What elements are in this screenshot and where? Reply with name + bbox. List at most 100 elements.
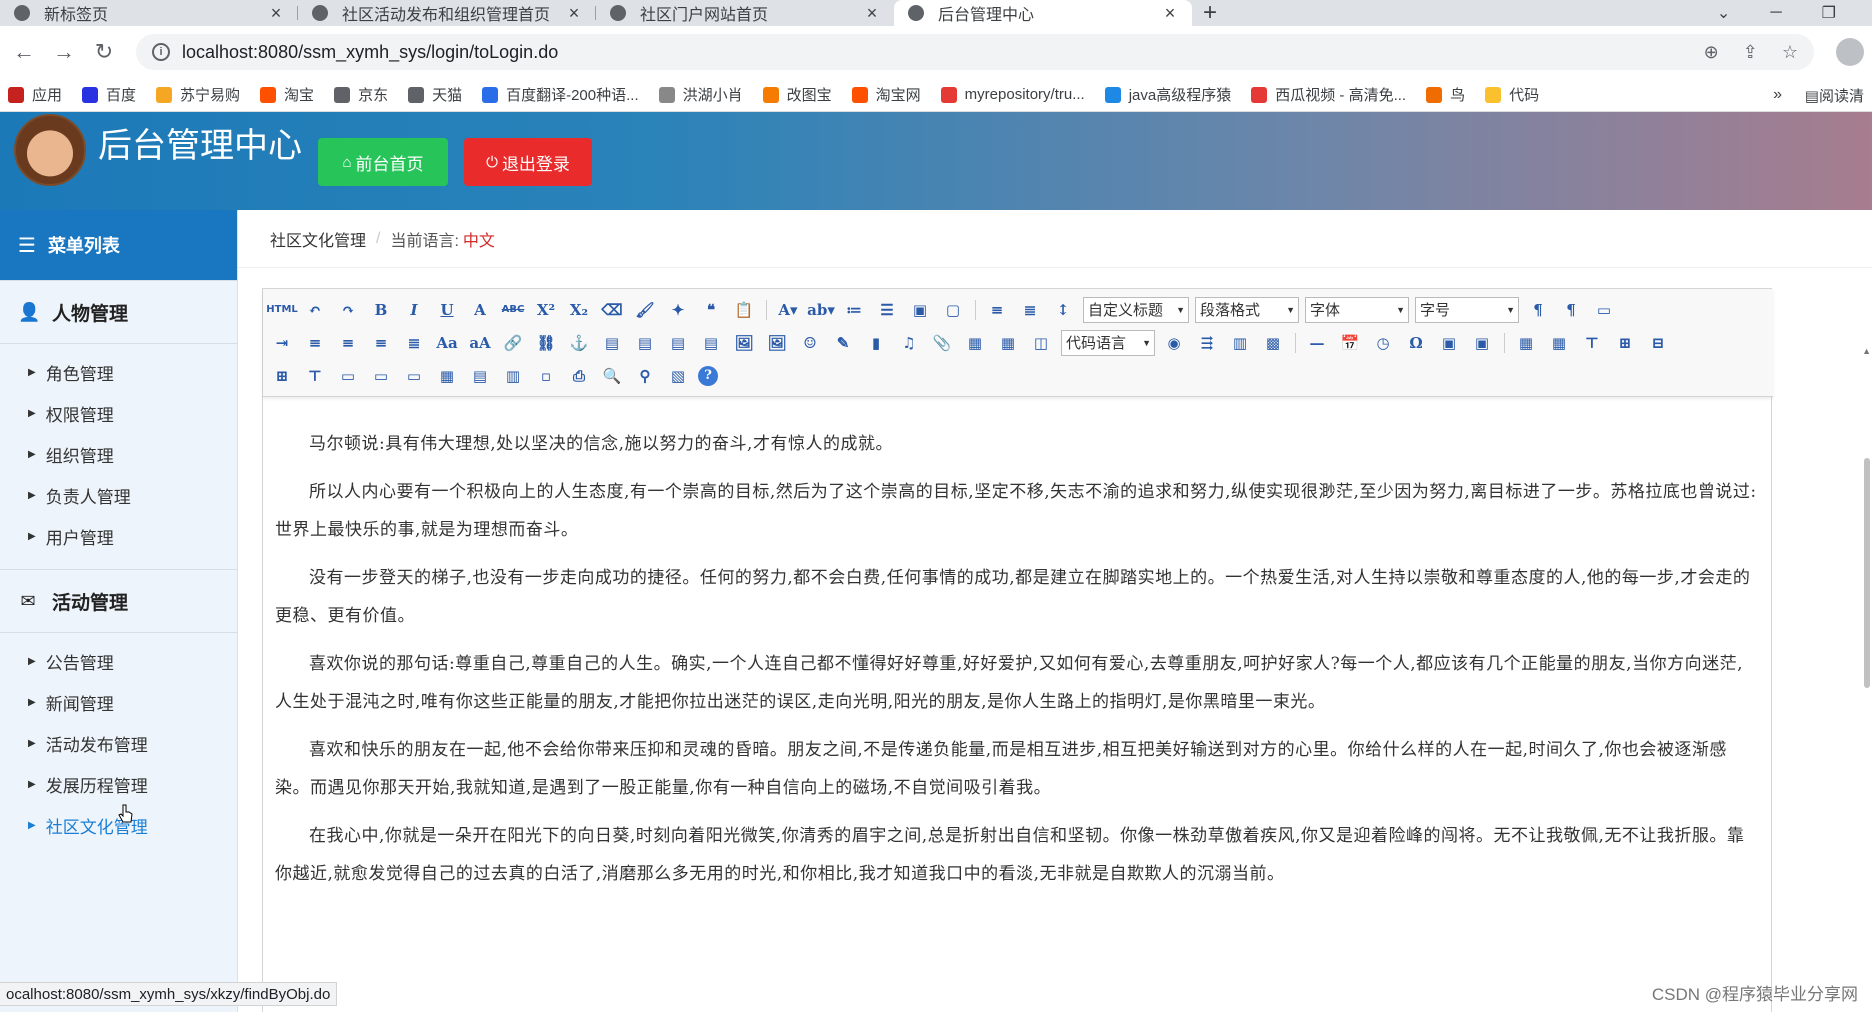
scroll-thumb[interactable] bbox=[1864, 458, 1870, 688]
sidebar-item-notice[interactable]: ▶ 公告管理 bbox=[0, 641, 237, 682]
close-icon[interactable]: × bbox=[1162, 3, 1178, 24]
preview-icon[interactable]: 🔍 bbox=[599, 364, 625, 388]
tab-search-icon[interactable]: ⌄ bbox=[1717, 3, 1730, 23]
unordered-list-icon[interactable]: ☰ bbox=[874, 298, 900, 322]
special-chars-icon[interactable]: Ω bbox=[1403, 331, 1429, 355]
delete-col-icon[interactable]: ⊤ bbox=[302, 364, 328, 388]
split-to-rows-icon[interactable]: ▤ bbox=[467, 364, 493, 388]
align-justify-icon[interactable]: ≣ bbox=[401, 331, 427, 355]
split-to-cells-icon[interactable]: ▦ bbox=[434, 364, 460, 388]
wordimage-upload-icon[interactable]: ▣ bbox=[1469, 331, 1495, 355]
insert-frame-icon[interactable]: ◫ bbox=[1028, 331, 1054, 355]
superscript-icon[interactable]: X² bbox=[533, 298, 559, 322]
insert-row-icon[interactable]: ⊞ bbox=[1612, 331, 1638, 355]
bookmark-item[interactable]: 洪湖小肖 bbox=[658, 84, 743, 105]
eraser-icon[interactable]: ⌫ bbox=[599, 298, 625, 322]
close-icon[interactable]: × bbox=[268, 3, 284, 24]
bookmark-item[interactable]: 鸟 bbox=[1426, 84, 1465, 105]
star-icon[interactable]: ☆ bbox=[1782, 42, 1798, 63]
bookmark-item[interactable]: 淘宝 bbox=[260, 84, 314, 105]
music-icon[interactable]: ♫ bbox=[896, 331, 922, 355]
image-left-icon[interactable]: ▤ bbox=[632, 331, 658, 355]
bookmark-item[interactable]: 苏宁易购 bbox=[156, 84, 240, 105]
line-height-icon[interactable]: ↕ bbox=[1050, 298, 1076, 322]
merge-right-icon[interactable]: ▭ bbox=[368, 364, 394, 388]
sidebar-item-organization[interactable]: ▶ 组织管理 bbox=[0, 434, 237, 475]
menu-group-activity[interactable]: ✉ 活动管理 bbox=[0, 569, 237, 633]
emotion-icon[interactable]: ☺ bbox=[797, 331, 823, 355]
bookmark-item[interactable]: 改图宝 bbox=[762, 84, 832, 105]
reading-list-button[interactable]: ▤ 阅读清 bbox=[1805, 85, 1864, 106]
bookmark-item[interactable]: 天猫 bbox=[408, 84, 462, 105]
sidebar-item-activity-publish[interactable]: ▶ 活动发布管理 bbox=[0, 723, 237, 764]
help-icon[interactable]: ? bbox=[698, 365, 718, 386]
select-all-icon[interactable]: ▣ bbox=[907, 298, 933, 322]
bookmark-item[interactable]: java高级程序猿 bbox=[1104, 84, 1231, 105]
date-icon[interactable]: 📅 bbox=[1337, 331, 1363, 355]
bookmark-item[interactable]: 淘宝网 bbox=[851, 84, 921, 105]
reload-icon[interactable]: ↻ bbox=[88, 36, 120, 68]
page-break-icon[interactable]: ⇶ bbox=[1194, 331, 1220, 355]
horizontal-rule-icon[interactable]: — bbox=[1304, 331, 1330, 355]
browser-tab[interactable]: 社区门户网站首页 × bbox=[596, 0, 894, 26]
gmap-icon[interactable]: ▦ bbox=[995, 331, 1021, 355]
search-replace-icon[interactable]: ⚲ bbox=[632, 364, 658, 388]
url-text[interactable]: localhost:8080/ssm_xymh_sys/login/toLogi… bbox=[182, 42, 1704, 63]
drafts-icon[interactable]: ▧ bbox=[665, 364, 691, 388]
minimize-icon[interactable]: ─ bbox=[1770, 4, 1781, 22]
bookmark-item[interactable]: myrepository/tru... bbox=[940, 86, 1085, 103]
share-icon[interactable]: ⇪ bbox=[1743, 42, 1758, 63]
redo-icon[interactable]: ↷ bbox=[335, 298, 361, 322]
breadcrumb-section[interactable]: 社区文化管理 bbox=[270, 227, 366, 251]
word-image-icon[interactable]: ▣ bbox=[1436, 331, 1462, 355]
custom-title-select[interactable]: 自定义标题 ▼ bbox=[1083, 296, 1189, 323]
indent-icon[interactable]: ⇥ bbox=[269, 331, 295, 355]
print-icon[interactable]: ⎙ bbox=[566, 364, 592, 388]
template-icon[interactable]: ▥ bbox=[1227, 331, 1253, 355]
browser-tab-active[interactable]: 后台管理中心 × bbox=[894, 0, 1192, 26]
bookmark-item[interactable]: 代码 bbox=[1485, 84, 1539, 105]
sidebar-item-permission[interactable]: ▶ 权限管理 bbox=[0, 393, 237, 434]
italic-icon[interactable]: I bbox=[401, 298, 427, 322]
sidebar-item-history[interactable]: ▶ 发展历程管理 bbox=[0, 764, 237, 805]
undo-icon[interactable]: ↶ bbox=[302, 298, 328, 322]
info-icon[interactable]: i bbox=[152, 43, 170, 61]
to-lowercase-icon[interactable]: aA bbox=[467, 331, 493, 355]
image-none-icon[interactable]: ▤ bbox=[599, 331, 625, 355]
chart-icon[interactable]: ▫ bbox=[533, 364, 559, 388]
anchor-icon[interactable]: ⚓ bbox=[566, 331, 592, 355]
paragraph-select[interactable]: 段落格式 ▼ bbox=[1195, 296, 1299, 323]
bookmark-item[interactable]: 应用 bbox=[8, 84, 62, 105]
bookmark-item[interactable]: 百度翻译-200种语... bbox=[482, 84, 639, 105]
background-icon[interactable]: ▩ bbox=[1260, 331, 1286, 355]
back-icon[interactable]: ← bbox=[8, 36, 40, 68]
insert-image-icon[interactable]: 🖼 bbox=[764, 331, 790, 355]
bookmarks-more-button[interactable]: » bbox=[1773, 86, 1782, 104]
url-input[interactable]: i localhost:8080/ssm_xymh_sys/login/toLo… bbox=[136, 34, 1814, 70]
bold-icon[interactable]: B bbox=[368, 298, 394, 322]
sidebar-item-leader[interactable]: ▶ 负责人管理 bbox=[0, 475, 237, 516]
link-icon[interactable]: 🔗 bbox=[500, 331, 526, 355]
font-border-icon[interactable]: A bbox=[467, 298, 493, 322]
sidebar-item-user[interactable]: ▶ 用户管理 bbox=[0, 516, 237, 557]
bookmark-item[interactable]: 百度 bbox=[82, 84, 136, 105]
font-color-icon[interactable]: A▾ bbox=[775, 298, 801, 322]
bookmark-item[interactable]: 京东 bbox=[334, 84, 388, 105]
blockquote-icon[interactable]: ❝ bbox=[698, 298, 724, 322]
merge-cells-icon[interactable]: ▭ bbox=[335, 364, 361, 388]
ltr-icon[interactable]: ¶ bbox=[1525, 298, 1551, 322]
delete-table-icon[interactable]: ▦ bbox=[1546, 331, 1572, 355]
forward-icon[interactable]: → bbox=[48, 36, 80, 68]
browser-tab[interactable]: 新标签页 × bbox=[0, 0, 298, 26]
code-language-select[interactable]: 代码语言 ▼ bbox=[1061, 329, 1155, 356]
underline-icon[interactable]: U bbox=[434, 298, 460, 322]
editor-content[interactable]: 马尔顿说:具有伟大理想,处以坚决的信念,施以努力的奋斗,才有惊人的成就。 所以人… bbox=[263, 397, 1773, 1012]
row-spacing-top-icon[interactable]: ≡ bbox=[984, 298, 1010, 322]
simple-upload-icon[interactable]: 🖼 bbox=[731, 331, 757, 355]
auto-format-icon[interactable]: ✦ bbox=[665, 298, 691, 322]
time-icon[interactable]: ◷ bbox=[1370, 331, 1396, 355]
split-to-cols-icon[interactable]: ▥ bbox=[500, 364, 526, 388]
align-center-icon[interactable]: ≡ bbox=[335, 331, 361, 355]
new-tab-button[interactable]: + bbox=[1192, 0, 1228, 26]
fullscreen-icon[interactable]: ▭ bbox=[1591, 298, 1617, 322]
